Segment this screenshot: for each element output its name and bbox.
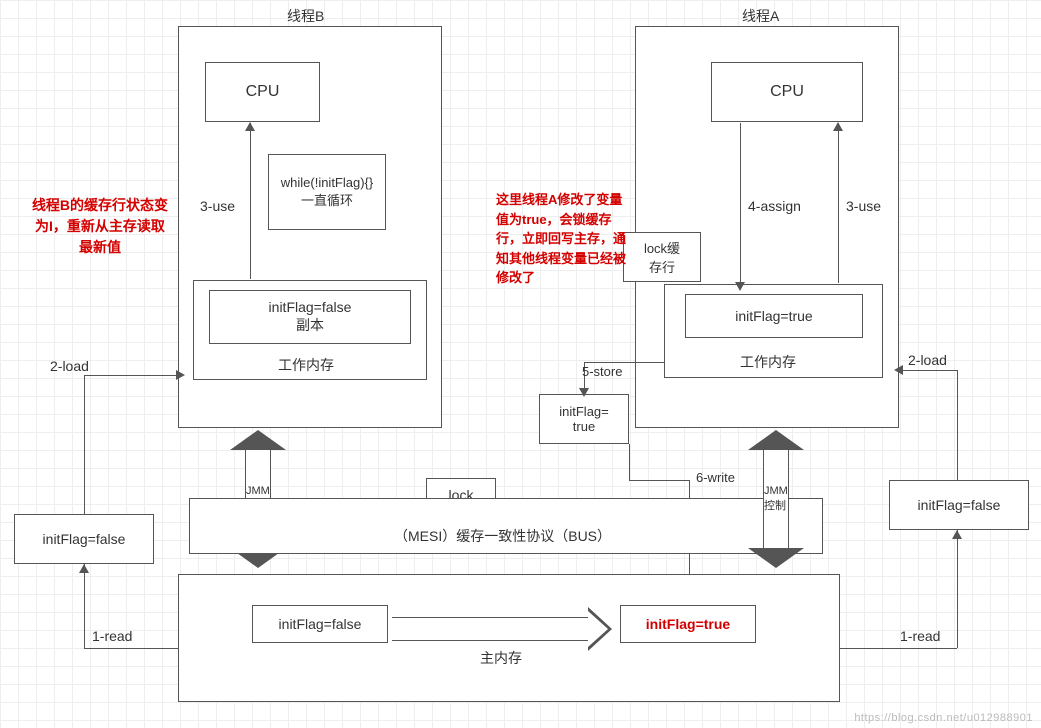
- line-6-write-v1: [629, 444, 630, 480]
- arrow-3-use-a: [838, 123, 839, 283]
- arrow-2-load-b-head: [176, 370, 185, 380]
- work-mem-b-label: 工作内存: [278, 355, 334, 375]
- arrow-3-use-b-head: [245, 122, 255, 131]
- thread-b-title: 线程B: [287, 6, 324, 26]
- arrow-5-store-head: [579, 388, 589, 397]
- arrow-4-assign-head: [735, 282, 745, 291]
- label-4-assign: 4-assign: [748, 198, 801, 214]
- red-note-left: 线程B的缓存行状态变为I，重新从主存读取最新值: [30, 195, 170, 258]
- line-2-load-r-v: [957, 370, 958, 480]
- arrow-1-read-r-head: [952, 530, 962, 539]
- line-1-read-r-v: [957, 530, 958, 648]
- main-mem-right: initFlag=true: [620, 605, 756, 643]
- cpu-b: CPU: [205, 62, 320, 122]
- main-mem-label: 主内存: [480, 648, 522, 668]
- arrow-2-load-b: [84, 375, 178, 376]
- label-2-load-r: 2-load: [908, 352, 947, 368]
- arrow-2-load-r: [901, 370, 957, 371]
- watermark: https://blog.csdn.net/u012988901: [854, 712, 1033, 724]
- label-2-load-b: 2-load: [50, 358, 89, 374]
- label-1-read-l: 1-read: [92, 628, 132, 644]
- thread-a-title: 线程A: [742, 6, 779, 26]
- arrow-4-assign: [740, 123, 741, 283]
- red-note-right: 这里线程A修改了变量值为true，会锁缓存行，立即回写主存，通知其他线程变量已经…: [496, 190, 628, 288]
- arrow-1-read-l-head: [79, 564, 89, 573]
- work-mem-a-label: 工作内存: [740, 352, 796, 372]
- lock-cache-box: lock缓 存行: [623, 232, 701, 282]
- jmm-label-a: JMM控制: [763, 450, 789, 548]
- bus-label: （MESI）缓存一致性协议（BUS）: [394, 526, 611, 546]
- initflag-copy-a: initFlag=true: [685, 294, 863, 338]
- side-box-right: initFlag=false: [889, 480, 1029, 530]
- arrow-3-use-a-head: [833, 122, 843, 131]
- label-1-read-r: 1-read: [900, 628, 940, 644]
- jmm-arrow-a: JMM控制: [748, 430, 804, 568]
- arrow-3-use-b: [250, 123, 251, 279]
- line-6-write-h: [629, 480, 689, 481]
- label-6-write: 6-write: [696, 470, 735, 485]
- line-1-read-l-h: [84, 648, 178, 649]
- line-1-read-r-h: [840, 648, 957, 649]
- main-mem-flow-arrow: [392, 607, 612, 651]
- initflag-copy-b: initFlag=false 副本: [209, 290, 411, 344]
- arrow-5-store-top: [584, 362, 664, 363]
- line-1-read-l-v: [84, 564, 85, 648]
- side-box-left: initFlag=false: [14, 514, 154, 564]
- arrow-2-load-r-head: [894, 365, 903, 375]
- label-3-use-b: 3-use: [200, 198, 235, 214]
- label-3-use-a: 3-use: [846, 198, 881, 214]
- store-box: initFlag= true: [539, 394, 629, 444]
- while-loop-box: while(!initFlag){} 一直循环: [268, 154, 386, 230]
- label-5-store: 5-store: [582, 364, 622, 379]
- main-mem-left: initFlag=false: [252, 605, 388, 643]
- line-left-up: [84, 376, 85, 514]
- cpu-a: CPU: [711, 62, 863, 122]
